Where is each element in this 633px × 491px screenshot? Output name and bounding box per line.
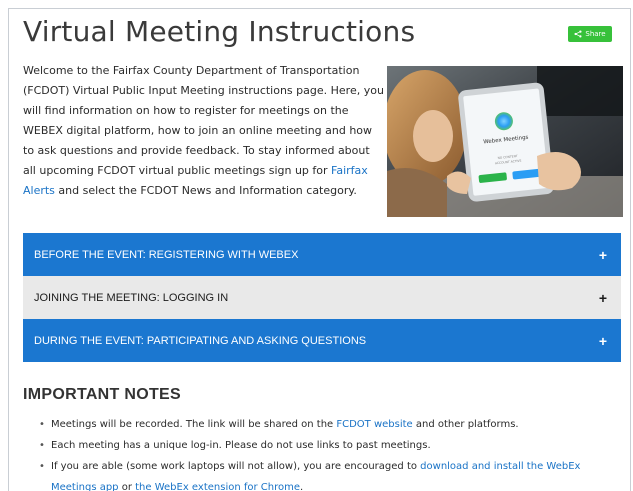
list-item: If you are able (some work laptops will …: [39, 456, 629, 491]
note-text: or: [118, 482, 136, 491]
fcdot-website-link[interactable]: FCDOT website: [336, 419, 412, 430]
expand-plus-icon: +: [598, 246, 607, 263]
webex-chrome-extension-link[interactable]: the WebEx extension for Chrome: [135, 482, 300, 491]
accordion-before-event-label: BEFORE THE EVENT: REGISTERING WITH WEBEX: [34, 248, 299, 261]
accordion-joining-meeting-label: JOINING THE MEETING: LOGGING IN: [34, 291, 229, 304]
expand-plus-icon: +: [598, 289, 607, 306]
intro-text-end: and select the FCDOT News and Informatio…: [54, 184, 357, 197]
note-text: .: [300, 482, 304, 491]
note-text: Each meeting has a unique log-in. Please…: [51, 440, 431, 451]
important-notes-heading: IMPORTANT NOTES: [23, 386, 181, 403]
list-item: Meetings will be recorded. The link will…: [39, 414, 629, 435]
note-text: and other platforms.: [412, 419, 519, 430]
share-label: Share: [585, 30, 606, 38]
important-notes-list: Meetings will be recorded. The link will…: [39, 414, 629, 491]
list-item: Each meeting has a unique log-in. Please…: [39, 435, 629, 456]
intro-paragraph: Welcome to the Fairfax County Department…: [23, 61, 385, 201]
expand-plus-icon: +: [598, 332, 607, 349]
page-frame: Virtual Meeting Instructions Share Welco…: [8, 8, 631, 491]
tablet-photo-illustration: Webex Meetings NO CONTENT ACCOUNT ACTIVE: [387, 66, 623, 217]
tablet-photo: Webex Meetings NO CONTENT ACCOUNT ACTIVE: [387, 66, 623, 217]
accordion-joining-meeting[interactable]: JOINING THE MEETING: LOGGING IN +: [23, 276, 621, 319]
accordion-during-event-label: DURING THE EVENT: PARTICIPATING AND ASKI…: [34, 334, 367, 347]
accordion-before-event[interactable]: BEFORE THE EVENT: REGISTERING WITH WEBEX…: [23, 233, 621, 276]
intro-text: Welcome to the Fairfax County Department…: [23, 64, 384, 177]
note-text: If you are able (some work laptops will …: [51, 461, 421, 472]
note-text: Meetings will be recorded. The link will…: [51, 419, 337, 430]
page-title: Virtual Meeting Instructions: [23, 15, 416, 48]
share-button[interactable]: Share: [568, 26, 612, 42]
accordion-during-event[interactable]: DURING THE EVENT: PARTICIPATING AND ASKI…: [23, 319, 621, 362]
share-icon: [574, 30, 582, 38]
